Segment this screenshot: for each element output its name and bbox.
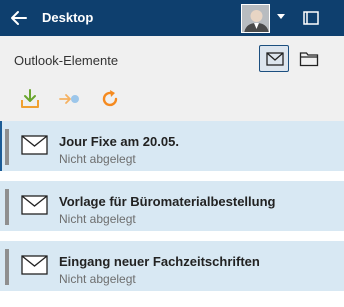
- avatar[interactable]: [241, 4, 270, 33]
- list-item[interactable]: Eingang neuer Fachzeitschriften Nicht ab…: [0, 241, 344, 291]
- caret-down-icon[interactable]: [277, 14, 285, 20]
- status-stripe: [5, 249, 9, 285]
- window-icon[interactable]: [303, 11, 319, 25]
- arrow-left-icon[interactable]: [10, 8, 28, 28]
- panel-title: Outlook-Elemente: [14, 53, 119, 68]
- refresh-icon[interactable]: [99, 88, 121, 110]
- user-avatar-icon: [242, 5, 269, 32]
- envelope-icon: [21, 255, 48, 275]
- envelope-icon: [266, 52, 284, 66]
- panel-header: Outlook-Elemente: [0, 36, 344, 82]
- envelope-icon: [21, 135, 48, 155]
- mail-view-button[interactable]: [259, 45, 289, 72]
- mail-status: Nicht abgelegt: [59, 272, 136, 286]
- top-bar: Desktop: [0, 0, 344, 36]
- mail-subject: Eingang neuer Fachzeitschriften: [59, 254, 260, 269]
- mail-subject: Vorlage für Büromaterialbestellung: [59, 194, 276, 209]
- mail-status: Nicht abgelegt: [59, 212, 136, 226]
- mail-subject: Jour Fixe am 20.05.: [59, 134, 179, 149]
- list-item[interactable]: Jour Fixe am 20.05. Nicht abgelegt: [0, 121, 344, 171]
- arrow-right-dot-icon[interactable]: [59, 88, 81, 110]
- status-stripe: [5, 189, 9, 225]
- selection-indicator: [0, 121, 2, 171]
- status-stripe: [5, 129, 9, 165]
- action-toolbar: [0, 82, 344, 118]
- mail-status: Nicht abgelegt: [59, 152, 136, 166]
- download-tray-icon[interactable]: [19, 88, 41, 110]
- folder-icon[interactable]: [299, 50, 319, 67]
- list-item[interactable]: Vorlage für Büromaterialbestellung Nicht…: [0, 181, 344, 231]
- mail-list: Jour Fixe am 20.05. Nicht abgelegt Vorla…: [0, 121, 344, 307]
- page-title: Desktop: [42, 10, 94, 25]
- envelope-icon: [21, 195, 48, 215]
